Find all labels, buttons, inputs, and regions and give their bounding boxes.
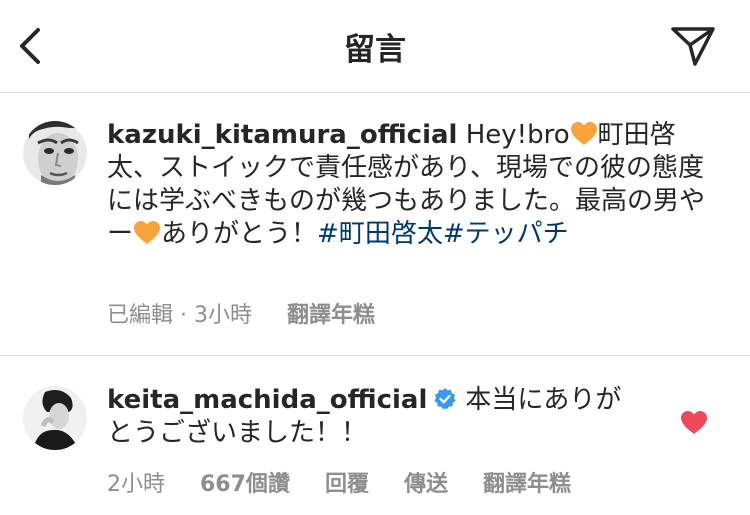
comment-body-part: Hey!bro	[465, 120, 570, 150]
avatar[interactable]	[23, 121, 87, 185]
translate-button[interactable]: 翻譯年糕	[287, 303, 375, 328]
comment-username[interactable]: kazuki_kitamura_official	[107, 120, 457, 150]
comment-body-part: ありがとう！	[161, 219, 318, 249]
hashtag-link[interactable]: #町田啓太#テッパチ	[317, 219, 569, 249]
edited-label: 已編輯 · 3小時	[107, 303, 252, 328]
send-icon[interactable]	[670, 24, 716, 68]
comment-item: kazuki_kitamura_official Hey!bro 町田啓太、ストイ…	[0, 93, 750, 356]
comment-time: 2小時	[107, 472, 165, 497]
comment-text: keita_machida_official 本当にありがとうございました！！	[107, 384, 647, 450]
send-button[interactable]: 傳送	[404, 472, 448, 497]
avatar[interactable]	[23, 386, 87, 450]
verified-badge-icon	[434, 388, 456, 410]
header-bar: 留言	[0, 0, 750, 93]
comment-username[interactable]: keita_machida_official	[107, 385, 427, 415]
heart-icon[interactable]	[680, 410, 708, 436]
orange-heart-icon	[134, 221, 161, 244]
translate-button[interactable]: 翻譯年糕	[483, 472, 571, 497]
orange-heart-icon	[570, 122, 597, 145]
likes-count[interactable]: 667個讚	[200, 472, 290, 497]
comment-text: kazuki_kitamura_official Hey!bro 町田啓太、ストイ…	[107, 119, 717, 251]
reply-button[interactable]: 回覆	[325, 472, 369, 497]
page-title: 留言	[344, 32, 406, 68]
comment-meta: 已編輯 · 3小時 翻譯年糕	[107, 297, 403, 329]
comment-meta: 2小時 667個讚 回覆 傳送 翻譯年糕	[107, 466, 599, 498]
comment-item: keita_machida_official 本当にありがとうございました！！ 2…	[0, 356, 750, 515]
